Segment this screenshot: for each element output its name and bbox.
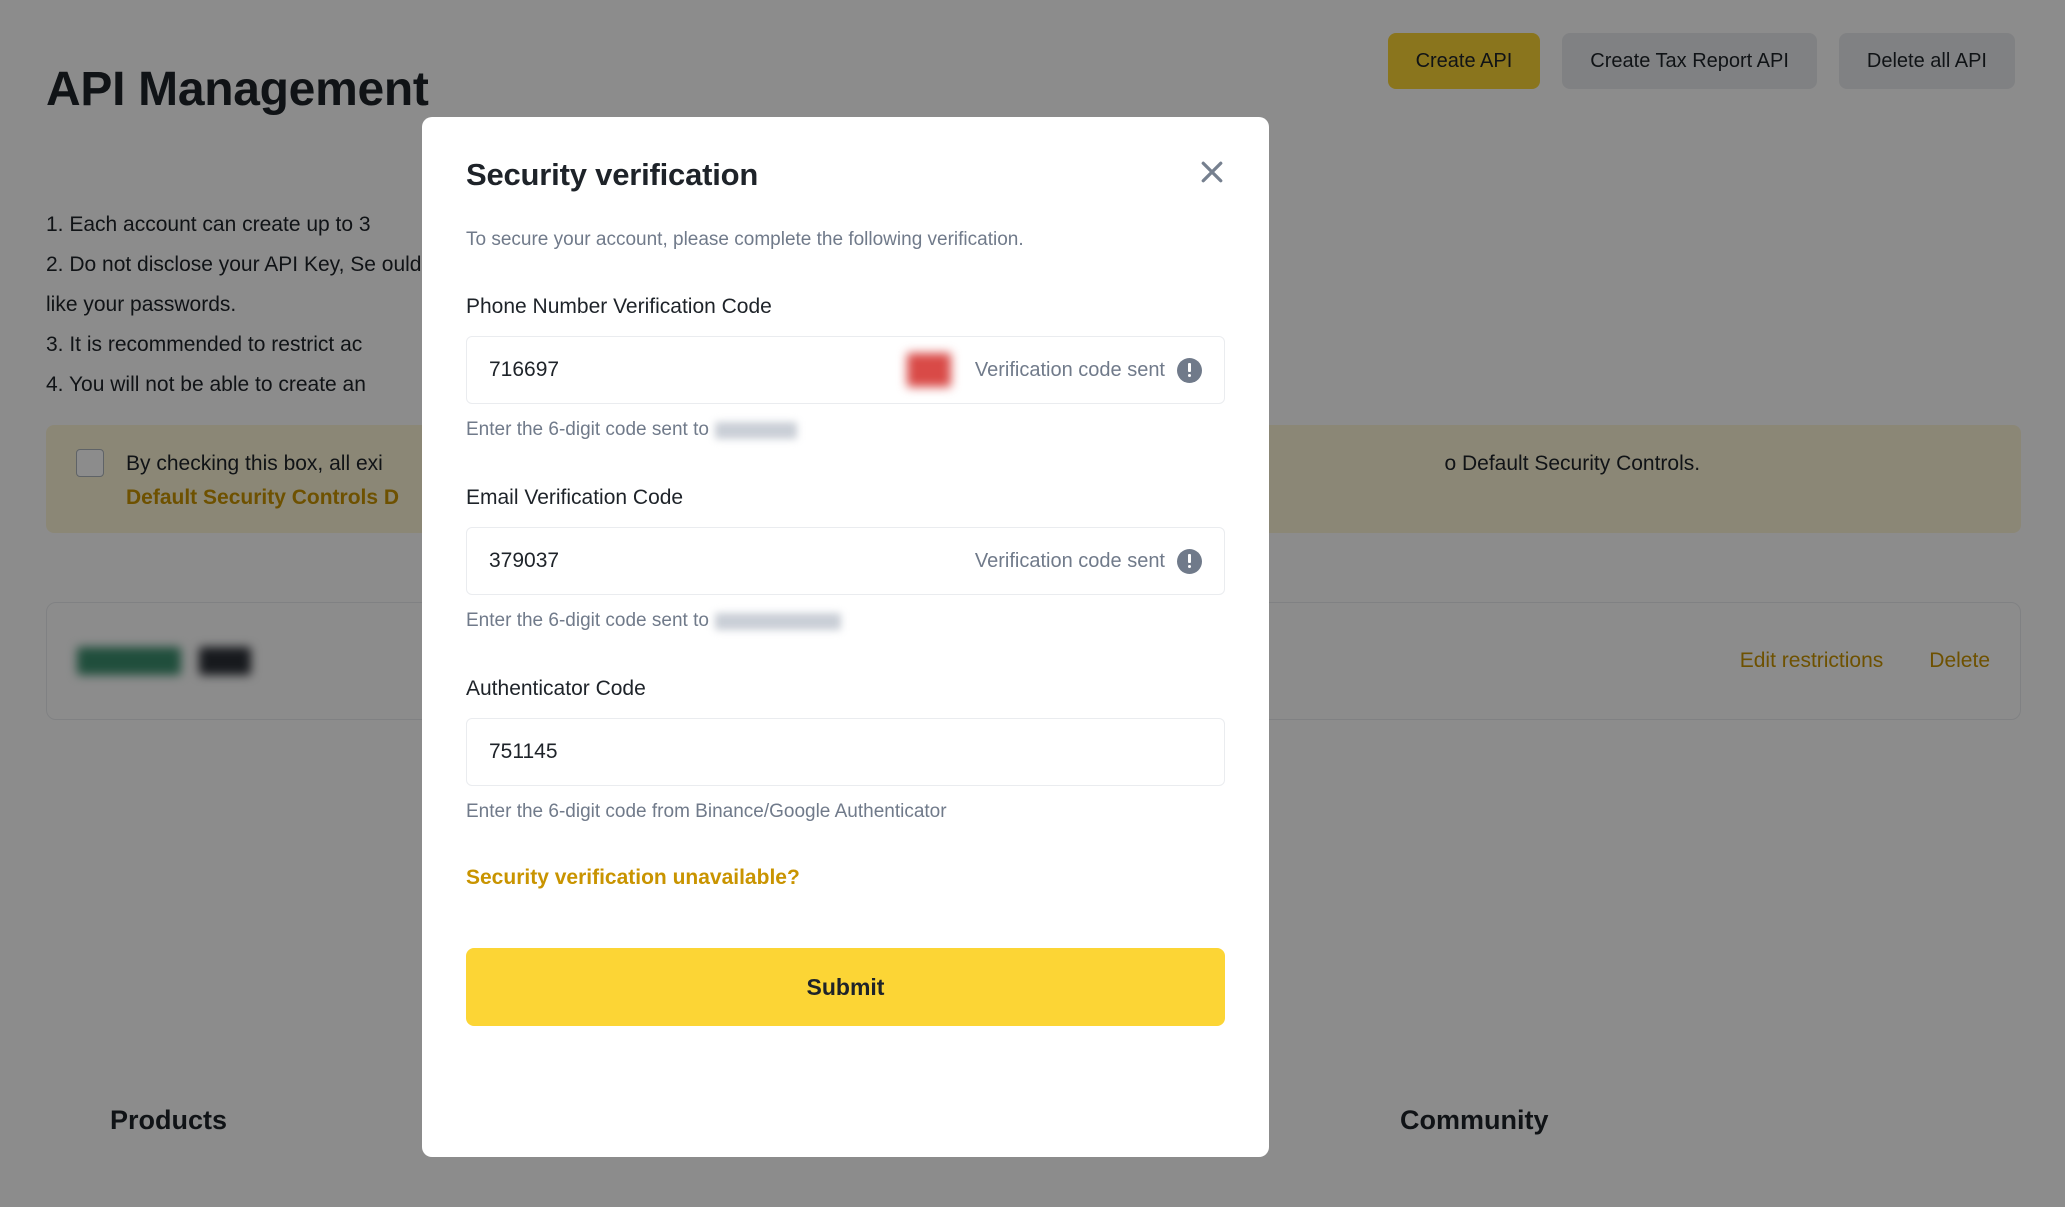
phone-code-value: 716697: [489, 358, 560, 381]
info-icon[interactable]: [1177, 548, 1202, 574]
screen: API Management Create API Create Tax Rep…: [0, 0, 2065, 1207]
authenticator-code-hint: Enter the 6-digit code from Binance/Goog…: [466, 801, 1225, 823]
phone-code-hint-text: Enter the 6-digit code sent to: [466, 419, 709, 440]
dialog-title: Security verification: [466, 157, 759, 192]
phone-code-input[interactable]: 716697 Verification code sent: [466, 336, 1225, 404]
security-verification-dialog: Security verification To secure your acc…: [422, 117, 1269, 1157]
redacted-phone-number: [714, 421, 797, 439]
phone-verification-group: Phone Number Verification Code 716697 Ve…: [422, 295, 1269, 441]
email-code-hint-text: Enter the 6-digit code sent to: [466, 610, 709, 631]
authenticator-code-value: 751145: [489, 740, 558, 763]
email-code-label: Email Verification Code: [466, 486, 684, 509]
security-verification-unavailable-link[interactable]: Security verification unavailable?: [422, 866, 844, 890]
info-icon[interactable]: [1177, 357, 1202, 383]
authenticator-code-input[interactable]: 751145: [466, 718, 1225, 786]
email-code-status: Verification code sent: [974, 549, 1165, 572]
redacted-resend-timer: [906, 353, 951, 387]
redacted-email-address: [714, 612, 841, 630]
phone-code-status: Verification code sent: [974, 358, 1165, 381]
email-code-value: 379037: [489, 549, 560, 572]
email-code-hint: Enter the 6-digit code sent to: [466, 610, 1225, 632]
dialog-subtitle: To secure your account, please complete …: [466, 229, 1024, 250]
authenticator-group: Authenticator Code 751145 Enter the 6-di…: [422, 677, 1269, 823]
authenticator-hint-text: Enter the 6-digit code from Binance/Goog…: [466, 801, 947, 822]
phone-code-hint: Enter the 6-digit code sent to: [466, 419, 1225, 441]
email-verification-group: Email Verification Code 379037 Verificat…: [422, 486, 1269, 632]
submit-row: Submit: [422, 948, 1269, 1026]
phone-code-label: Phone Number Verification Code: [466, 295, 772, 318]
dialog-header: Security verification: [422, 117, 1269, 193]
email-code-input[interactable]: 379037 Verification code sent: [466, 527, 1225, 595]
submit-button[interactable]: Submit: [466, 948, 1225, 1026]
close-icon[interactable]: [1195, 155, 1229, 189]
authenticator-code-label: Authenticator Code: [466, 677, 646, 700]
